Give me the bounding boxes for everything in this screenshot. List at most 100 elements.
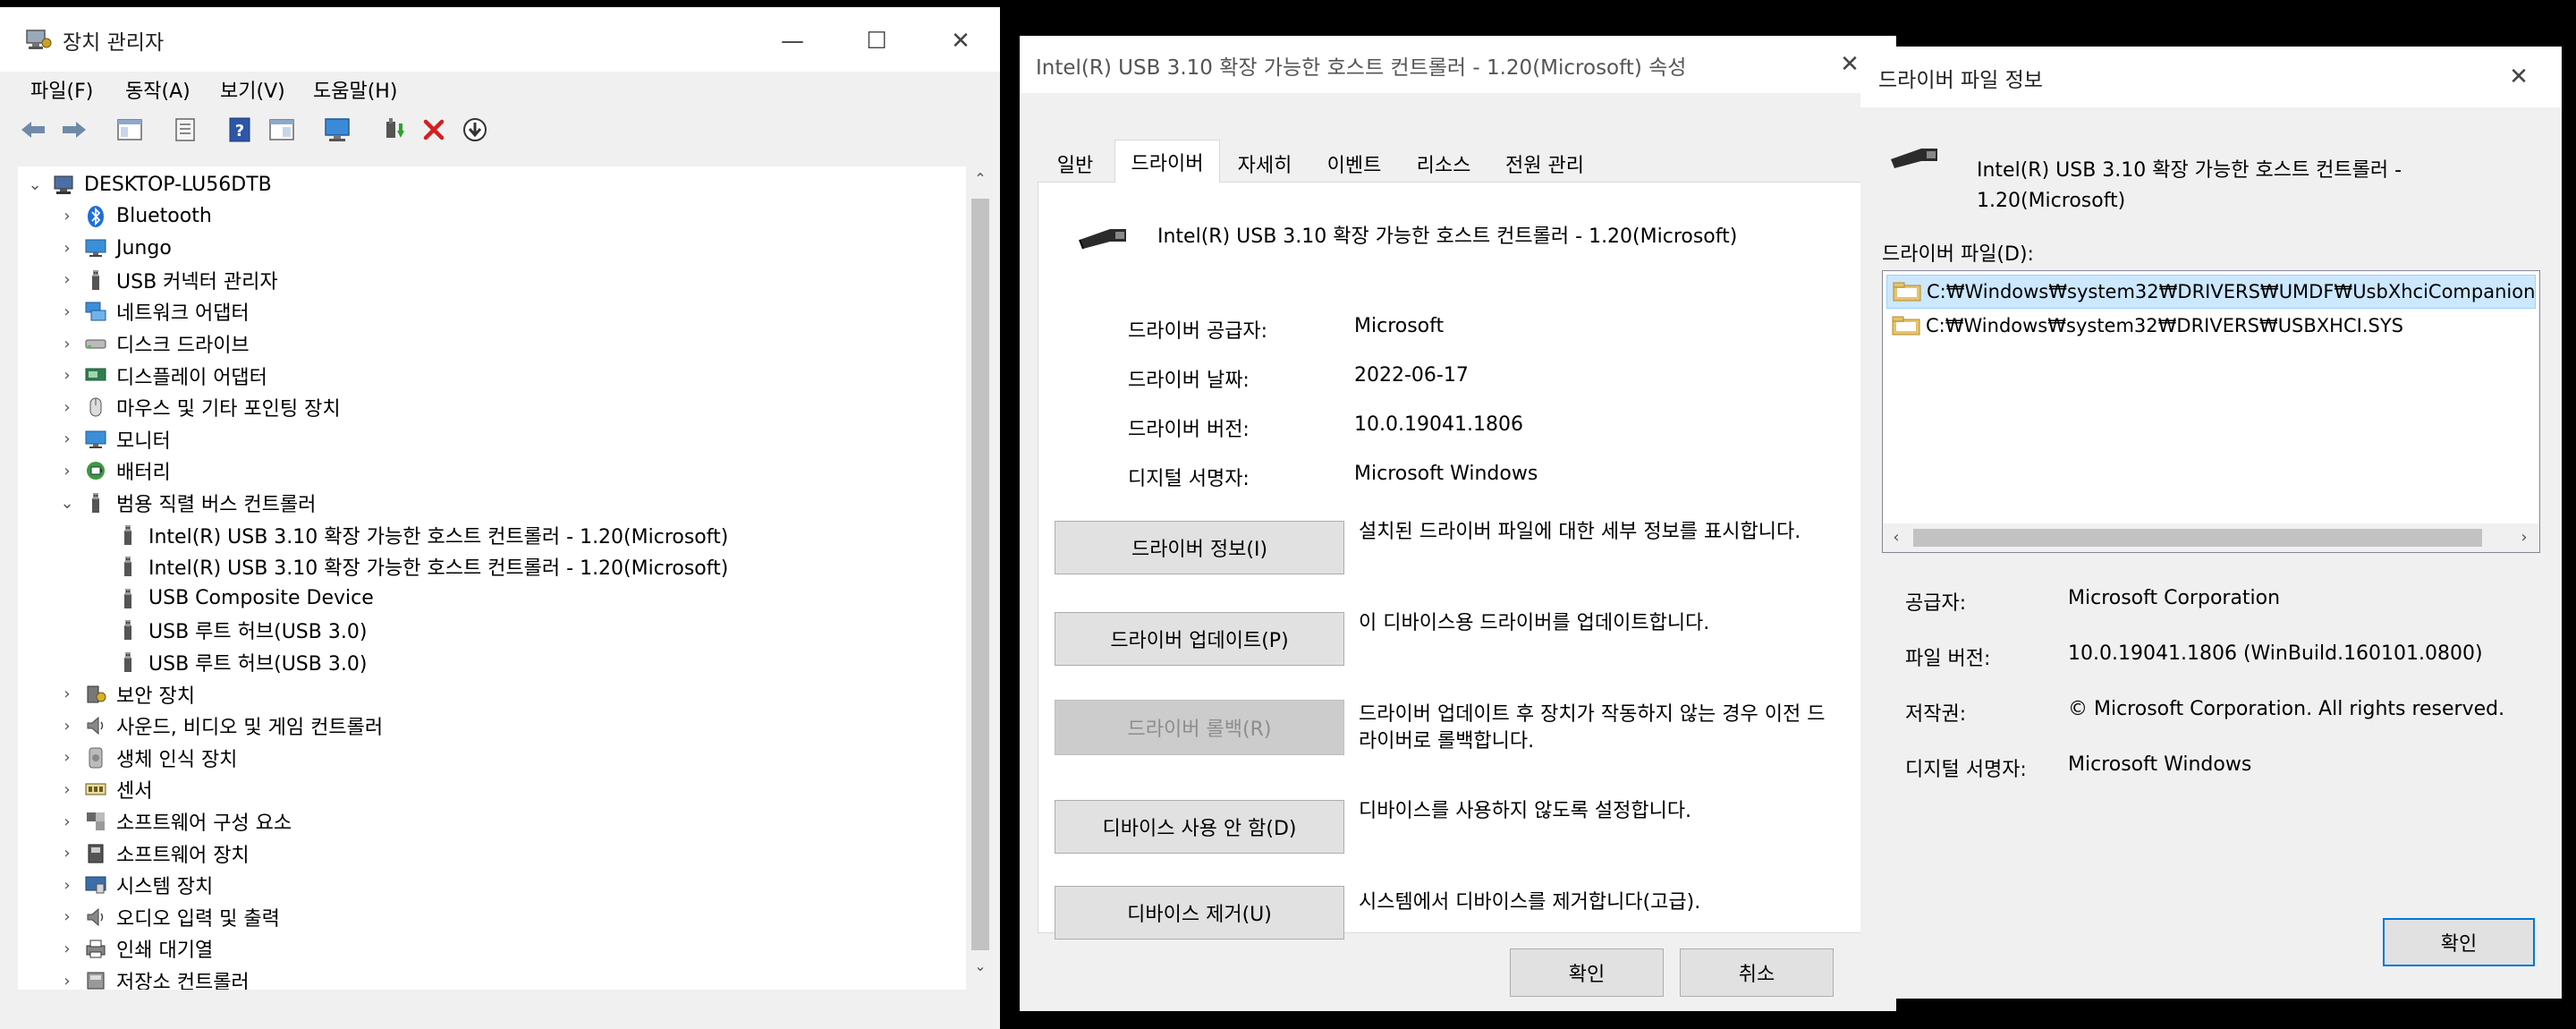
tree-category-node[interactable]: › 인쇄 대기열 [57, 932, 213, 965]
properties-sheet-icon[interactable] [170, 115, 200, 145]
expand-chevron-right-icon[interactable]: › [57, 844, 77, 863]
tree-node-label: USB 커넥터 관리자 [116, 270, 278, 293]
menu-help[interactable]: 도움말(H) [313, 75, 397, 104]
tree-category-node[interactable]: › 사운드, 비디오 및 게임 컨트롤러 [57, 710, 383, 742]
properties-ok-button[interactable]: 확인 [1510, 948, 1664, 997]
file-details-ok-button[interactable]: 확인 [2383, 918, 2535, 966]
tree-category-node[interactable]: › 생체 인식 장치 [57, 742, 237, 774]
tree-device-node[interactable]: USB 루트 허브(USB 3.0) [89, 646, 367, 678]
tree-category-node[interactable]: ⌄ 범용 직렬 버스 컨트롤러 [57, 487, 316, 519]
expand-chevron-right-icon[interactable]: › [57, 207, 77, 225]
tree-category-node[interactable]: › 디스플레이 어댑터 [57, 360, 267, 392]
forward-arrow-icon[interactable] [59, 115, 89, 145]
tab-events[interactable]: 이벤트 [1311, 145, 1397, 183]
tree-root-node[interactable]: ⌄ DESKTOP-LU56DTB [25, 168, 271, 200]
driver-file-row-selected[interactable]: C:₩Windows₩system32₩DRIVERS₩UMDF₩UsbXhci… [1886, 275, 2536, 309]
tab-resources[interactable]: 리소스 [1401, 145, 1487, 183]
tree-category-node[interactable]: › 오디오 입력 및 출력 [57, 901, 280, 933]
expand-chevron-right-icon[interactable]: › [57, 302, 77, 321]
scroll-left-arrow-icon[interactable]: ‹ [1883, 523, 1910, 552]
expand-chevron-right-icon[interactable]: › [57, 685, 77, 703]
usb-icon [116, 523, 140, 547]
scroll-up-arrow-icon[interactable]: ⌃ [968, 166, 993, 191]
file-provider-label: 공급자: [1905, 592, 1967, 615]
disk-icon [84, 332, 107, 355]
driver-file-row[interactable]: C:₩Windows₩system32₩DRIVERS₩USBXHCI.SYS [1886, 309, 2536, 343]
tab-general[interactable]: 일반 [1038, 145, 1113, 183]
tree-node-label: 소프트웨어 장치 [116, 844, 250, 867]
file-details-close-button[interactable]: ✕ [2497, 55, 2540, 98]
expand-chevron-right-icon[interactable]: › [57, 239, 77, 258]
expand-chevron-right-icon[interactable]: › [57, 717, 77, 736]
scroll-right-arrow-icon[interactable]: › [2511, 523, 2538, 552]
scroll-thumb[interactable] [971, 199, 989, 950]
update-driver-icon[interactable] [379, 115, 410, 145]
driver-details-button[interactable]: 드라이버 정보(I) [1055, 521, 1344, 574]
tree-device-node[interactable]: Intel(R) USB 3.10 확장 가능한 호스트 컨트롤러 - 1.20… [89, 519, 728, 551]
disable-device-button[interactable]: 디바이스 사용 안 함(D) [1055, 800, 1344, 854]
file-version-label: 파일 버전: [1905, 648, 1991, 670]
tree-category-node[interactable]: › 배터리 [57, 455, 170, 487]
tree-category-node[interactable]: › 보안 장치 [57, 678, 195, 710]
driver-provider-label: 드라이버 공급자: [1128, 320, 1268, 343]
tree-category-node[interactable]: › Bluetooth [57, 200, 211, 233]
tree-device-node[interactable]: Intel(R) USB 3.10 확장 가능한 호스트 컨트롤러 - 1.20… [89, 550, 728, 583]
menu-file[interactable]: 파일(F) [30, 75, 93, 104]
uninstall-device-x-icon[interactable] [419, 115, 449, 145]
tree-device-node[interactable]: USB Composite Device [89, 583, 374, 615]
tree-category-node[interactable]: › 모니터 [57, 423, 170, 455]
expand-chevron-right-icon[interactable]: › [57, 270, 77, 289]
tree-category-node[interactable]: › 네트워크 어댑터 [57, 295, 250, 327]
tree-category-node[interactable]: › 소프트웨어 구성 요소 [57, 805, 292, 838]
driver-provider-value: Microsoft [1354, 315, 1445, 337]
tree-category-node[interactable]: › 시스템 장치 [57, 869, 213, 901]
expand-chevron-right-icon[interactable]: › [57, 876, 77, 895]
expand-chevron-right-icon[interactable]: › [57, 940, 77, 958]
expand-chevron-right-icon[interactable]: › [57, 812, 77, 831]
tree-category-node[interactable]: › 소프트웨어 장치 [57, 838, 250, 870]
expand-chevron-right-icon[interactable]: › [57, 972, 77, 991]
expand-chevron-right-icon[interactable]: › [57, 429, 77, 448]
expand-chevron-right-icon[interactable]: › [57, 366, 77, 385]
scan-hardware-monitor-icon[interactable] [322, 115, 352, 145]
show-hide-console-tree-icon[interactable] [114, 115, 145, 145]
expand-chevron-right-icon[interactable]: › [57, 748, 77, 767]
speaker-icon [84, 906, 107, 929]
enable-device-download-icon[interactable] [460, 115, 490, 145]
expand-chevron-right-icon[interactable]: › [57, 335, 77, 353]
horizontal-scroll-thumb[interactable] [1913, 529, 2482, 547]
properties-cancel-button[interactable]: 취소 [1680, 948, 1834, 997]
tree-category-node[interactable]: › Jungo [57, 232, 171, 264]
expand-chevron-right-icon[interactable]: › [57, 780, 77, 799]
maximize-button[interactable]: ☐ [855, 20, 898, 63]
tree-device-node[interactable]: USB 루트 허브(USB 3.0) [89, 614, 367, 646]
tree-category-node[interactable]: › 센서 [57, 773, 152, 805]
close-button[interactable]: ✕ [939, 20, 982, 63]
action-pane-icon[interactable] [267, 115, 297, 145]
files-horizontal-scrollbar[interactable]: ‹ › [1883, 523, 2539, 552]
tab-details[interactable]: 자세히 [1222, 145, 1308, 183]
tree-category-node[interactable]: › 마우스 및 기타 포인팅 장치 [57, 391, 341, 423]
tree-vertical-scrollbar[interactable]: ⌃ ⌄ [968, 166, 993, 990]
tab-driver[interactable]: 드라이버 [1114, 140, 1220, 183]
expand-chevron-right-icon[interactable]: › [57, 907, 77, 926]
tree-node-label: 소프트웨어 구성 요소 [116, 812, 292, 835]
uninstall-device-button[interactable]: 디바이스 제거(U) [1055, 886, 1344, 940]
minimize-button[interactable]: — [771, 20, 814, 63]
expand-chevron-down-icon[interactable]: ⌄ [57, 494, 77, 513]
copyright-label: 저작권: [1905, 703, 1967, 726]
tab-power-management[interactable]: 전원 관리 [1488, 145, 1601, 183]
expand-chevron-right-icon[interactable]: › [57, 462, 77, 480]
help-icon[interactable]: ? [225, 115, 256, 145]
tree-category-node[interactable]: › 디스크 드라이브 [57, 327, 249, 360]
menu-action[interactable]: 동작(A) [125, 75, 191, 104]
update-driver-button[interactable]: 드라이버 업데이트(P) [1055, 612, 1344, 666]
back-arrow-icon[interactable] [18, 115, 48, 145]
software-component-icon [84, 810, 107, 833]
expand-chevron-down-icon[interactable]: ⌄ [25, 175, 45, 194]
scroll-down-arrow-icon[interactable]: ⌄ [968, 954, 993, 979]
tree-category-node[interactable]: › 저장소 컨트롤러 [57, 965, 249, 991]
tree-category-node[interactable]: › USB 커넥터 관리자 [57, 264, 278, 296]
expand-chevron-right-icon[interactable]: › [57, 398, 77, 417]
menu-view[interactable]: 보기(V) [220, 75, 285, 104]
